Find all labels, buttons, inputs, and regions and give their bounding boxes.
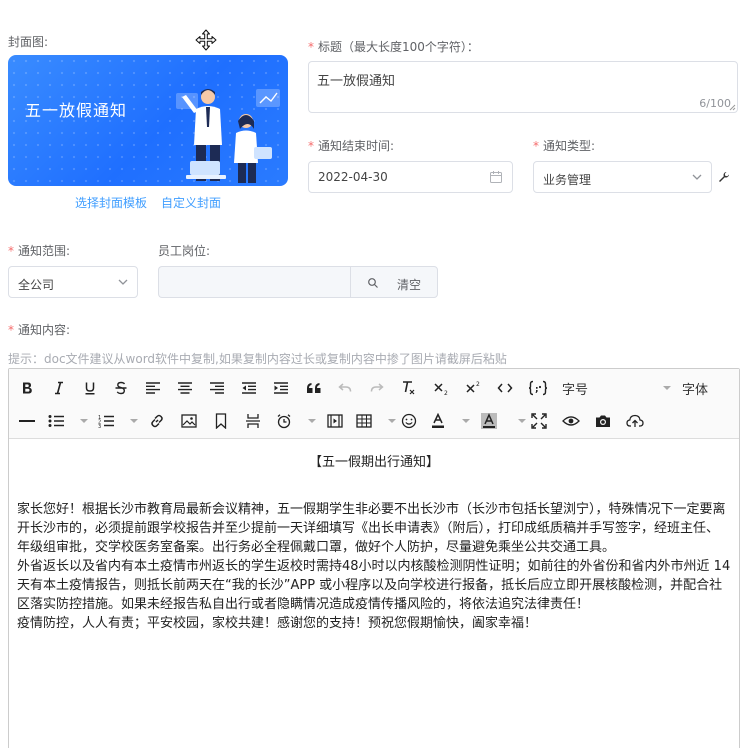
clear-button[interactable]: 清空 xyxy=(350,266,438,298)
scope-select[interactable]: 全公司 xyxy=(8,266,138,298)
caret-down-icon xyxy=(130,419,138,423)
font-size-select-label: 字号 xyxy=(562,382,589,398)
content-label: * 通知内容: xyxy=(8,323,71,337)
image-icon[interactable] xyxy=(180,410,198,432)
editor-toolbar: 2 2 ; 字号 字体 123 xyxy=(9,369,739,439)
svg-text:2: 2 xyxy=(444,390,448,396)
svg-text:3: 3 xyxy=(98,424,101,428)
background-color-icon xyxy=(481,413,497,429)
background-color-button[interactable] xyxy=(480,410,526,432)
font-size-select[interactable]: 字号 xyxy=(562,377,672,399)
resize-handle-icon[interactable] xyxy=(729,104,736,111)
fullscreen-icon[interactable] xyxy=(530,410,548,432)
custom-cover-link[interactable]: 自定义封面 xyxy=(161,196,221,210)
caret-down-icon xyxy=(462,419,470,423)
subscript-icon[interactable]: 2 xyxy=(432,377,450,399)
cover-title: 五一放假通知 xyxy=(25,101,128,120)
people-illustration xyxy=(176,89,280,183)
svg-text:2: 2 xyxy=(476,381,480,388)
align-left-icon[interactable] xyxy=(144,377,162,399)
table-icon xyxy=(356,414,372,428)
clear-button-label: 清空 xyxy=(397,278,422,292)
italic-icon[interactable] xyxy=(50,377,68,399)
svg-text:;: ; xyxy=(535,385,539,395)
title-char-count: 6/100 xyxy=(699,97,731,110)
caret-down-icon xyxy=(80,419,88,423)
cover-links: 选择封面模板 自定义封面 xyxy=(75,194,235,211)
outdent-icon[interactable] xyxy=(240,377,258,399)
numbered-list-button[interactable]: 123 xyxy=(98,410,138,432)
paste-hint: 提示：doc文件建议从word软件中复制,如果复制内容过长或复制内容中掺了图片请… xyxy=(8,352,507,366)
text-color-icon xyxy=(432,413,444,428)
camera-icon[interactable] xyxy=(594,410,612,432)
cover-label: 封面图: xyxy=(8,35,49,49)
end-time-picker[interactable]: 2022-04-30 xyxy=(308,161,513,193)
superscript-icon[interactable]: 2 xyxy=(464,377,482,399)
indent-icon[interactable] xyxy=(272,377,290,399)
caret-down-icon xyxy=(308,419,316,423)
bullet-list-button[interactable] xyxy=(48,410,88,432)
content-paragraph: 疫情防控，人人有责；平安校园，家校共建！感谢您的支持！预祝您假期愉快，阖家幸福！ xyxy=(17,616,538,631)
video-icon[interactable] xyxy=(326,410,344,432)
notice-type-label: * 通知类型: xyxy=(533,139,596,153)
alarm-clock-icon xyxy=(277,414,291,429)
cover-image[interactable]: 五一放假通知 xyxy=(8,55,288,186)
calendar-icon xyxy=(490,171,502,183)
chevron-down-icon xyxy=(118,279,128,285)
underline-icon[interactable] xyxy=(81,377,99,399)
caret-down-icon xyxy=(388,419,396,423)
notice-type-value: 业务管理 xyxy=(543,173,592,187)
strikethrough-icon[interactable] xyxy=(112,377,130,399)
notice-type-select[interactable]: 业务管理 xyxy=(533,161,712,193)
code-icon[interactable] xyxy=(496,377,514,399)
end-time-value: 2022-04-30 xyxy=(318,170,388,184)
text-color-button[interactable] xyxy=(430,410,470,432)
end-time-label: * 通知结束时间: xyxy=(308,139,395,153)
code-block-icon[interactable]: ; xyxy=(526,377,550,399)
content-heading: 【五一假期出行通知】 xyxy=(308,455,439,470)
undo-icon[interactable] xyxy=(336,377,354,399)
clear-format-icon[interactable] xyxy=(400,377,418,399)
choose-cover-template-link[interactable]: 选择封面模板 xyxy=(75,196,147,210)
page-break-icon[interactable] xyxy=(244,410,262,432)
title-textarea[interactable]: 五一放假通知 6/100 xyxy=(308,61,738,113)
datetime-button[interactable] xyxy=(276,410,316,432)
redo-icon[interactable] xyxy=(368,377,386,399)
content-paragraph: 外省返长以及省内有本土疫情市州返长的学生返校时需持48小时以内核酸检测阴性证明；… xyxy=(17,559,731,612)
wrench-icon[interactable] xyxy=(718,171,730,183)
bookmark-icon[interactable] xyxy=(212,410,230,432)
cloud-upload-icon[interactable] xyxy=(626,410,644,432)
bullet-list-icon xyxy=(48,415,64,427)
post-input[interactable] xyxy=(158,266,351,298)
rich-text-editor[interactable]: 2 2 ; 字号 字体 123 【五一假期出行通知】 家长您好！根据长沙市教育局… xyxy=(8,368,740,748)
caret-down-icon xyxy=(663,386,671,390)
bold-icon[interactable] xyxy=(18,377,36,399)
content-paragraph: 家长您好！根据长沙市教育局最新会议精神，五一假期学生非必要不出长沙市（长沙市包括… xyxy=(17,502,726,555)
font-family-select[interactable]: 字体 xyxy=(682,377,732,399)
move-cursor-icon xyxy=(195,29,217,54)
emoji-icon[interactable] xyxy=(400,410,418,432)
search-icon xyxy=(368,278,378,288)
align-center-icon[interactable] xyxy=(176,377,194,399)
post-label: 员工岗位: xyxy=(158,244,211,258)
chevron-down-icon xyxy=(692,174,702,180)
quote-icon[interactable] xyxy=(304,377,324,399)
scope-value: 全公司 xyxy=(18,278,55,292)
editor-content[interactable]: 【五一假期出行通知】 家长您好！根据长沙市教育局最新会议精神，五一假期学生非必要… xyxy=(9,441,739,633)
scope-label: * 通知范围: xyxy=(8,244,71,258)
font-family-select-label: 字体 xyxy=(682,382,709,398)
title-label: * 标题（最大长度100个字符）： xyxy=(308,40,479,54)
table-button[interactable] xyxy=(356,410,396,432)
title-value: 五一放假通知 xyxy=(317,74,396,89)
horizontal-rule-icon[interactable] xyxy=(18,410,36,432)
link-icon[interactable] xyxy=(148,410,166,432)
caret-down-icon xyxy=(518,419,526,423)
align-right-icon[interactable] xyxy=(208,377,226,399)
preview-eye-icon[interactable] xyxy=(562,410,580,432)
numbered-list-icon: 123 xyxy=(98,415,114,428)
